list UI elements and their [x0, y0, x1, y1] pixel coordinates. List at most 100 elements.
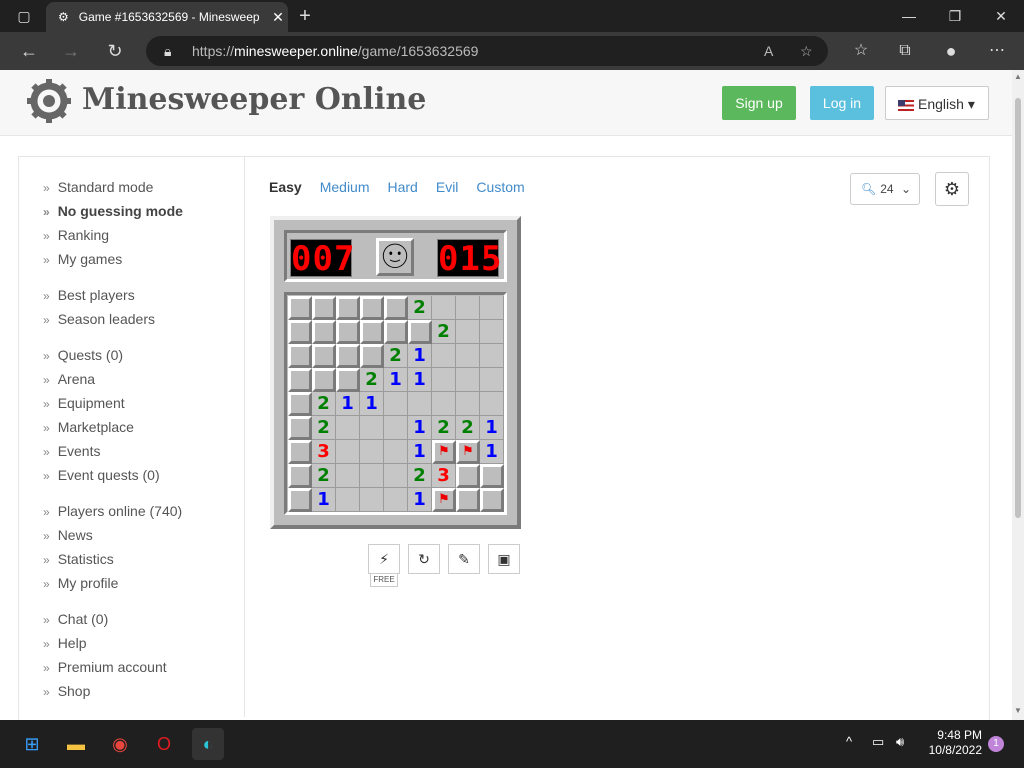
- open-cell[interactable]: [336, 488, 360, 512]
- number-cell[interactable]: 1: [408, 416, 432, 440]
- sidebar-item[interactable]: » Equipment: [43, 391, 160, 415]
- open-cell[interactable]: [456, 320, 480, 344]
- number-cell[interactable]: 1: [480, 416, 504, 440]
- zoom-select[interactable]: 🔍︎ 24 ⌄: [850, 173, 920, 205]
- back-icon[interactable]: ←: [14, 32, 44, 70]
- number-cell[interactable]: 1: [408, 368, 432, 392]
- closed-cell[interactable]: [360, 296, 384, 320]
- network-icon[interactable]: ▭: [872, 734, 884, 750]
- open-cell[interactable]: [480, 392, 504, 416]
- number-cell[interactable]: 1: [408, 488, 432, 512]
- number-cell[interactable]: 2: [312, 416, 336, 440]
- open-cell[interactable]: [456, 344, 480, 368]
- closed-cell[interactable]: [312, 296, 336, 320]
- closed-cell[interactable]: [456, 488, 480, 512]
- number-cell[interactable]: 2: [408, 296, 432, 320]
- sidebar-item[interactable]: » Shop: [43, 679, 167, 703]
- open-cell[interactable]: [384, 488, 408, 512]
- closed-cell[interactable]: [336, 296, 360, 320]
- closed-cell[interactable]: [288, 416, 312, 440]
- edge-icon[interactable]: ◐: [192, 728, 224, 760]
- number-cell[interactable]: 2: [432, 320, 456, 344]
- number-cell[interactable]: 1: [336, 392, 360, 416]
- opera-icon[interactable]: O: [148, 728, 180, 760]
- language-dropdown[interactable]: English ▾: [885, 86, 989, 120]
- signup-button[interactable]: Sign up: [722, 86, 796, 120]
- number-cell[interactable]: 2: [432, 416, 456, 440]
- number-cell[interactable]: 1: [312, 488, 336, 512]
- closed-cell[interactable]: [336, 368, 360, 392]
- sidebar-item[interactable]: » Standard mode: [43, 175, 183, 199]
- number-cell[interactable]: 2: [408, 464, 432, 488]
- open-cell[interactable]: [432, 368, 456, 392]
- minimize-icon[interactable]: —: [896, 0, 922, 32]
- number-cell[interactable]: 3: [432, 464, 456, 488]
- open-cell[interactable]: [360, 440, 384, 464]
- open-cell[interactable]: [336, 440, 360, 464]
- closed-cell[interactable]: [384, 320, 408, 344]
- gear-logo-icon[interactable]: [26, 78, 72, 124]
- volume-icon[interactable]: 🔊︎: [896, 734, 904, 750]
- open-cell[interactable]: [456, 296, 480, 320]
- site-logo-text[interactable]: Minesweeper Online: [82, 82, 426, 117]
- sidebar-item[interactable]: » My profile: [43, 571, 182, 595]
- closed-cell[interactable]: [480, 464, 504, 488]
- closed-cell[interactable]: [288, 368, 312, 392]
- sidebar-item[interactable]: » Players online (740): [43, 499, 182, 523]
- closed-cell[interactable]: [336, 344, 360, 368]
- mode-tab[interactable]: Hard: [388, 179, 418, 195]
- closed-cell[interactable]: [456, 464, 480, 488]
- flag-icon[interactable]: ⚑: [432, 488, 456, 512]
- sidebar-item[interactable]: » News: [43, 523, 182, 547]
- number-cell[interactable]: 2: [312, 464, 336, 488]
- closed-cell[interactable]: [288, 296, 312, 320]
- number-cell[interactable]: 1: [480, 440, 504, 464]
- restart-button[interactable]: ↻: [408, 544, 440, 574]
- open-cell[interactable]: [336, 464, 360, 488]
- mode-tab[interactable]: Custom: [476, 179, 524, 195]
- sidebar-item[interactable]: » Arena: [43, 367, 160, 391]
- open-cell[interactable]: [456, 392, 480, 416]
- more-menu-icon[interactable]: ⋯: [982, 32, 1012, 70]
- scroll-down-icon[interactable]: ▼: [1014, 706, 1022, 715]
- open-cell[interactable]: [432, 392, 456, 416]
- open-cell[interactable]: [384, 392, 408, 416]
- open-cell[interactable]: [456, 368, 480, 392]
- scroll-up-icon[interactable]: ▲: [1014, 72, 1022, 81]
- sidebar-item[interactable]: » Season leaders: [43, 307, 155, 331]
- flag-icon[interactable]: ⚑: [432, 440, 456, 464]
- closed-cell[interactable]: [312, 368, 336, 392]
- address-bar[interactable]: 🔒︎ https://minesweeper.online/game/16536…: [146, 36, 828, 66]
- login-button[interactable]: Log in: [810, 86, 874, 120]
- notification-badge[interactable]: 1: [988, 736, 1004, 752]
- number-cell[interactable]: 1: [408, 344, 432, 368]
- open-cell[interactable]: [432, 344, 456, 368]
- mode-tab[interactable]: Easy: [269, 179, 302, 195]
- open-cell[interactable]: [480, 368, 504, 392]
- open-cell[interactable]: [384, 440, 408, 464]
- sidebar-item[interactable]: » Events: [43, 439, 160, 463]
- closed-cell[interactable]: [288, 464, 312, 488]
- open-cell[interactable]: [360, 488, 384, 512]
- closed-cell[interactable]: [480, 488, 504, 512]
- taskbar-clock[interactable]: 9:48 PM 10/8/2022: [920, 728, 982, 758]
- number-cell[interactable]: 1: [360, 392, 384, 416]
- page-scrollbar[interactable]: ▲ ▼: [1012, 70, 1024, 720]
- open-cell[interactable]: [408, 392, 432, 416]
- closed-cell[interactable]: [288, 488, 312, 512]
- open-cell[interactable]: [480, 296, 504, 320]
- closed-cell[interactable]: [288, 320, 312, 344]
- tab-actions-icon[interactable]: ▢: [12, 0, 36, 32]
- number-cell[interactable]: 2: [384, 344, 408, 368]
- read-aloud-icon[interactable]: A: [764, 36, 773, 66]
- open-cell[interactable]: [360, 464, 384, 488]
- settings-button[interactable]: ⚙: [935, 172, 969, 206]
- mode-tab[interactable]: Medium: [320, 179, 370, 195]
- number-cell[interactable]: 1: [408, 440, 432, 464]
- number-cell[interactable]: 2: [360, 368, 384, 392]
- tray-overflow-icon[interactable]: ^: [846, 734, 852, 749]
- favorites-icon[interactable]: ☆: [846, 32, 876, 70]
- open-cell[interactable]: [384, 464, 408, 488]
- open-cell[interactable]: [360, 416, 384, 440]
- open-cell[interactable]: [480, 344, 504, 368]
